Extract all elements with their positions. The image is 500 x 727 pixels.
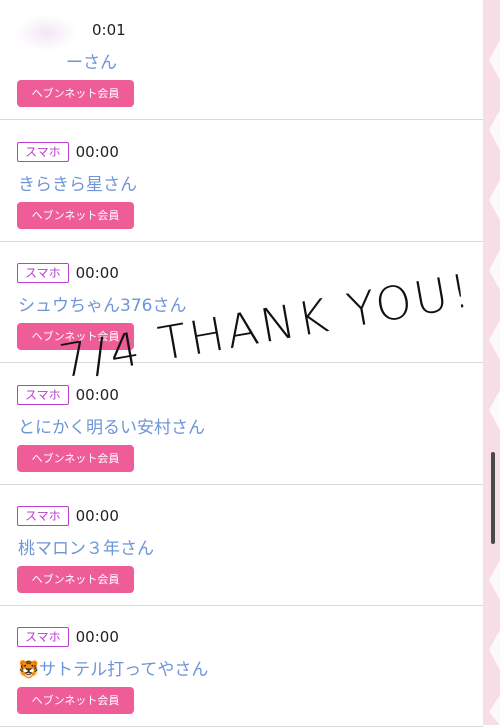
list-item: スマホ 00:00 きらきら星さん ヘブンネット会員	[0, 122, 483, 242]
item-meta: スマホ 00:00	[17, 627, 119, 647]
device-badge: スマホ	[17, 142, 69, 162]
visit-time: 00:00	[75, 264, 119, 282]
list-item: 0:01 ーさん ヘブンネット会員	[0, 0, 483, 120]
visit-time: 00:00	[75, 507, 119, 525]
visit-time: 0:01	[92, 21, 126, 39]
device-badge: スマホ	[17, 385, 69, 405]
member-button[interactable]: ヘブンネット会員	[17, 687, 134, 714]
member-button[interactable]: ヘブンネット会員	[17, 80, 134, 107]
list-item: スマホ 00:00 🐯サトテル打ってやさん ヘブンネット会員	[0, 607, 483, 727]
visit-time: 00:00	[75, 628, 119, 646]
device-badge: スマホ	[17, 627, 69, 647]
member-button[interactable]: ヘブンネット会員	[17, 566, 134, 593]
visitor-name[interactable]: シュウちゃん376さん	[18, 291, 186, 316]
item-meta: 0:01	[85, 20, 126, 40]
visitor-name[interactable]: きらきら星さん	[18, 170, 137, 195]
blurred-badge	[17, 16, 75, 50]
item-meta: スマホ 00:00	[17, 142, 119, 162]
zigzag-pattern-icon	[489, 40, 500, 725]
visitor-name[interactable]: とにかく明るい安村さん	[18, 413, 205, 438]
device-badge: スマホ	[17, 506, 69, 526]
visitor-name[interactable]: ーさん	[66, 48, 117, 73]
item-meta: スマホ 00:00	[17, 263, 119, 283]
visit-time: 00:00	[75, 386, 119, 404]
scrollbar-thumb[interactable]	[491, 452, 495, 544]
member-button[interactable]: ヘブンネット会員	[17, 202, 134, 229]
visitor-name[interactable]: 桃マロン３年さん	[18, 534, 154, 559]
device-badge: スマホ	[17, 263, 69, 283]
visit-time: 00:00	[75, 143, 119, 161]
decorative-side-stripe	[483, 0, 500, 725]
list-item: スマホ 00:00 桃マロン３年さん ヘブンネット会員	[0, 486, 483, 606]
member-button[interactable]: ヘブンネット会員	[17, 445, 134, 472]
visitor-name[interactable]: 🐯サトテル打ってやさん	[18, 655, 208, 680]
item-meta: スマホ 00:00	[17, 506, 119, 526]
